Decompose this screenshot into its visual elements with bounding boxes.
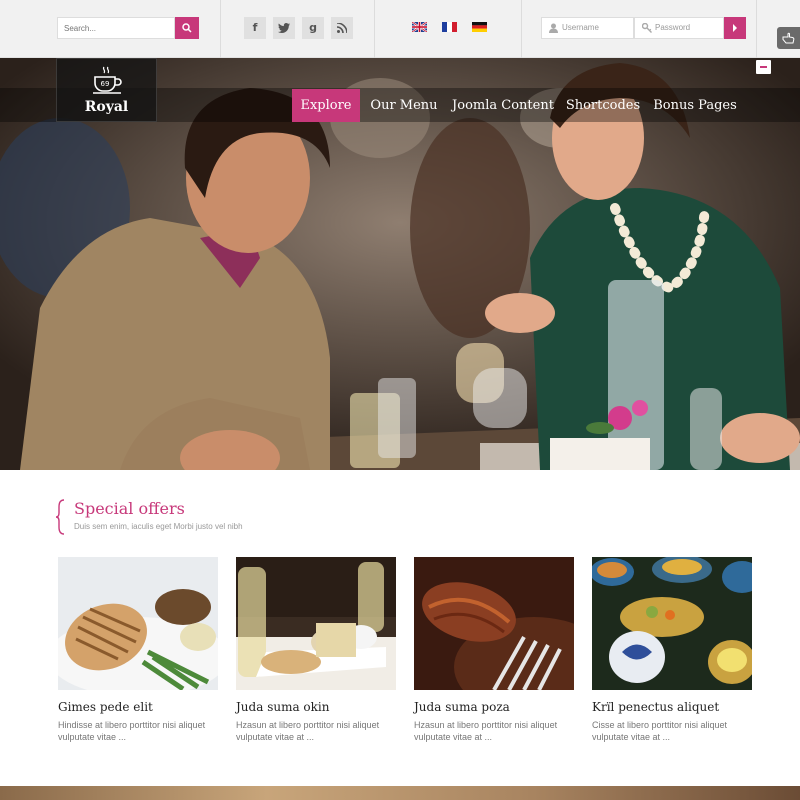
- password-field[interactable]: Password: [634, 17, 724, 39]
- username-placeholder: Username: [562, 23, 599, 32]
- card-title[interactable]: Juda suma poza: [414, 700, 584, 714]
- grilled-chicken-photo[interactable]: [58, 557, 218, 690]
- nav-shortcodes[interactable]: Shortcodes: [563, 89, 643, 122]
- login-button[interactable]: [724, 17, 746, 39]
- rss-symbol-icon: [336, 22, 348, 34]
- card-description: Hzasun at libero porttitor nisi aliquet …: [414, 720, 558, 742]
- divider: [220, 0, 221, 58]
- collapse-button[interactable]: [756, 60, 771, 74]
- german-flag-icon[interactable]: [472, 22, 487, 32]
- next-section-image: [0, 786, 800, 800]
- search-box: [57, 17, 199, 39]
- divider: [374, 0, 375, 58]
- card-description: Hzasun at libero porttitor nisi aliquet …: [236, 720, 380, 742]
- search-icon: [182, 23, 192, 33]
- style-switcher-button[interactable]: [777, 27, 800, 49]
- card-description: Cisse at libero porttitor nisi aliquet v…: [592, 720, 728, 742]
- nav-explore[interactable]: Explore: [292, 89, 360, 122]
- google-plus-icon[interactable]: g: [302, 17, 324, 39]
- twitter-bird-icon: [278, 23, 290, 33]
- brace-ornament-icon: [56, 499, 65, 535]
- section-subtitle: Duis sem enim, iaculis eget Morbi justo …: [74, 522, 243, 531]
- logo-number: 69: [101, 80, 110, 88]
- card-description: Hindisse at libero porttitor nisi alique…: [58, 720, 206, 742]
- logo-text: Royal: [84, 99, 129, 115]
- user-icon: [549, 23, 558, 33]
- card-title[interactable]: Juda suma okin: [236, 700, 406, 714]
- search-input[interactable]: [57, 17, 175, 39]
- nav-our-menu[interactable]: Our Menu: [366, 89, 442, 122]
- nav-bonus-pages[interactable]: Bonus Pages: [652, 89, 738, 122]
- nav-joomla-content[interactable]: Joomla Content: [450, 89, 556, 122]
- roast-meat-photo[interactable]: [414, 557, 574, 690]
- hero-banner: 69 Royal Explore Our Menu Joomla Content…: [0, 58, 800, 470]
- search-button[interactable]: [175, 17, 199, 39]
- logo[interactable]: 69 Royal: [56, 58, 157, 122]
- hand-pointer-icon: [782, 32, 795, 44]
- username-field[interactable]: Username: [541, 17, 634, 39]
- divider: [756, 0, 757, 58]
- coffee-cup-icon: 69: [93, 66, 122, 94]
- appetizer-photo[interactable]: [236, 557, 396, 690]
- chevron-right-icon: [733, 24, 737, 32]
- card-title[interactable]: Krïl penectus aliquet: [592, 700, 762, 714]
- divider: [521, 0, 522, 58]
- asian-dishes-photo[interactable]: [592, 557, 752, 690]
- section-title: Special offers: [74, 499, 185, 518]
- rss-icon[interactable]: [331, 17, 353, 39]
- password-placeholder: Password: [655, 23, 691, 32]
- english-flag-icon[interactable]: [412, 22, 427, 32]
- card-title[interactable]: Gimes pede elit: [58, 700, 228, 714]
- top-bar: f g Username Password: [0, 0, 800, 58]
- facebook-icon[interactable]: f: [244, 17, 266, 39]
- key-icon: [642, 23, 652, 33]
- french-flag-icon[interactable]: [442, 22, 457, 32]
- page: f g Username Password: [0, 0, 800, 800]
- twitter-icon[interactable]: [273, 17, 295, 39]
